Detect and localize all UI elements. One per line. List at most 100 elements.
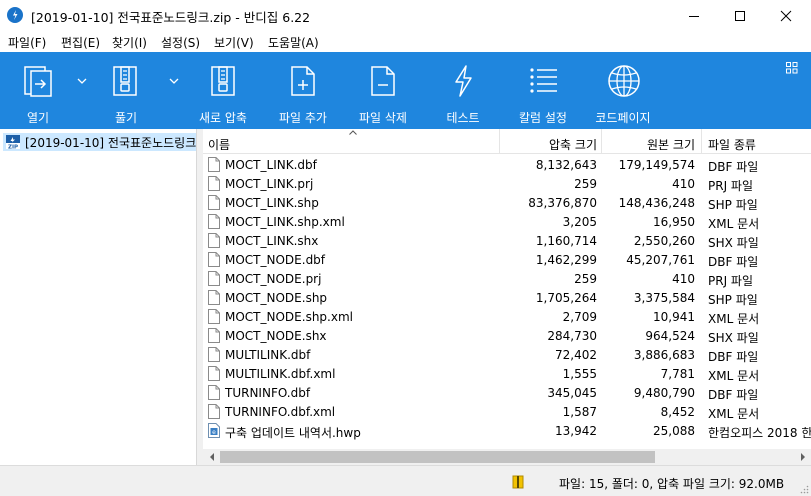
file-original-size: 410 bbox=[672, 177, 695, 191]
column-settings-button[interactable]: 칼럼 설정 bbox=[510, 52, 576, 129]
resize-grip-icon[interactable] bbox=[799, 484, 809, 494]
horizontal-scrollbar[interactable] bbox=[203, 449, 811, 465]
delete-file-button[interactable]: 파일 삭제 bbox=[350, 52, 416, 129]
file-original-size: 25,088 bbox=[653, 424, 695, 438]
file-row[interactable]: MOCT_LINK.prj 259 410 PRJ 파일 bbox=[203, 175, 811, 194]
file-original-size: 2,550,260 bbox=[633, 234, 695, 248]
file-original-size: 10,941 bbox=[653, 310, 695, 324]
file-row[interactable]: MOCT_LINK.shx 1,160,714 2,550,260 SHX 파일 bbox=[203, 232, 811, 251]
toolbar: 열기 풀기 새로 압축 파일 추가 파일 삭제 테스트 칼럼 설정 코드페이지 bbox=[0, 52, 811, 129]
grid-view-icon[interactable] bbox=[786, 62, 798, 74]
tree-item-label: [2019-01-10] 전국표준노드링크 bbox=[25, 135, 196, 150]
file-name: MOCT_NODE.prj bbox=[225, 272, 322, 286]
file-icon bbox=[208, 176, 220, 191]
file-original-size: 3,375,584 bbox=[633, 291, 695, 305]
arrow-left-icon bbox=[209, 453, 214, 461]
file-compressed-size: 83,376,870 bbox=[528, 196, 597, 210]
column-header-name[interactable]: 이름 bbox=[208, 136, 230, 153]
file-row[interactable]: MOCT_LINK.dbf 8,132,643 179,149,574 DBF 파일 bbox=[203, 156, 811, 175]
folder-tree: ZIP [2019-01-10] 전국표준노드링크 bbox=[0, 129, 197, 465]
column-divider bbox=[701, 129, 702, 154]
new-archive-icon bbox=[211, 66, 235, 96]
file-icon bbox=[208, 290, 220, 305]
tree-item-archive[interactable]: ZIP [2019-01-10] 전국표준노드링크 bbox=[3, 133, 196, 151]
file-name: MOCT_LINK.shx bbox=[225, 234, 319, 248]
file-type: 한컴오피스 2018 한 bbox=[708, 426, 811, 440]
column-header-type[interactable]: 파일 종류 bbox=[708, 136, 756, 153]
file-original-size: 179,149,574 bbox=[618, 158, 695, 172]
column-header-compressed[interactable]: 압축 크기 bbox=[549, 136, 597, 153]
add-file-icon bbox=[291, 66, 315, 96]
file-type: DBF 파일 bbox=[708, 255, 759, 269]
file-icon bbox=[208, 309, 220, 324]
menu-settings[interactable]: 설정(S) bbox=[161, 34, 200, 51]
file-original-size: 7,781 bbox=[660, 367, 695, 381]
open-label: 열기 bbox=[26, 111, 50, 125]
test-button[interactable]: 테스트 bbox=[430, 52, 496, 129]
status-summary: 파일: 15, 폴더: 0, 압축 파일 크기: 92.0MB bbox=[559, 477, 785, 491]
file-original-size: 45,207,761 bbox=[626, 253, 695, 267]
open-button[interactable]: 열기 bbox=[6, 52, 70, 129]
extract-button[interactable]: 풀기 bbox=[74, 52, 138, 129]
maximize-button[interactable] bbox=[717, 0, 763, 31]
svg-text:e: e bbox=[212, 429, 216, 436]
file-icon bbox=[208, 157, 220, 172]
file-compressed-size: 1,705,264 bbox=[535, 291, 597, 305]
menu-help[interactable]: 도움말(A) bbox=[268, 34, 319, 51]
file-row[interactable]: MOCT_NODE.shx 284,730 964,524 SHX 파일 bbox=[203, 327, 811, 346]
codepage-label: 코드페이지 bbox=[595, 111, 651, 125]
file-row[interactable]: TURNINFO.dbf 345,045 9,480,790 DBF 파일 bbox=[203, 384, 811, 403]
file-original-size: 8,452 bbox=[660, 405, 695, 419]
file-row[interactable]: MOCT_LINK.shp.xml 3,205 16,950 XML 문서 bbox=[203, 213, 811, 232]
add-file-button[interactable]: 파일 추가 bbox=[270, 52, 336, 129]
column-header-original[interactable]: 원본 크기 bbox=[647, 136, 695, 153]
extract-dropdown-icon[interactable] bbox=[169, 76, 179, 86]
file-compressed-size: 1,587 bbox=[562, 405, 597, 419]
file-name: MOCT_NODE.shx bbox=[225, 329, 327, 343]
file-row[interactable]: MOCT_LINK.shp 83,376,870 148,436,248 SHP 파일 bbox=[203, 194, 811, 213]
file-compressed-size: 1,160,714 bbox=[535, 234, 597, 248]
file-row[interactable]: MOCT_NODE.prj 259 410 PRJ 파일 bbox=[203, 270, 811, 289]
file-icon bbox=[208, 404, 220, 419]
file-row[interactable]: MOCT_NODE.dbf 1,462,299 45,207,761 DBF 파일 bbox=[203, 251, 811, 270]
file-original-size: 16,950 bbox=[653, 215, 695, 229]
lightning-icon bbox=[455, 65, 472, 97]
file-row[interactable]: MULTILINK.dbf 72,402 3,886,683 DBF 파일 bbox=[203, 346, 811, 365]
file-compressed-size: 1,555 bbox=[562, 367, 597, 381]
minimize-button[interactable] bbox=[671, 0, 717, 31]
file-compressed-size: 13,942 bbox=[555, 424, 597, 438]
status-bar: 파일: 15, 폴더: 0, 압축 파일 크기: 92.0MB bbox=[0, 465, 811, 496]
file-name: MOCT_NODE.shp bbox=[225, 291, 328, 305]
file-type: XML 문서 bbox=[708, 369, 760, 383]
menu-edit[interactable]: 편집(E) bbox=[61, 34, 100, 51]
codepage-button[interactable]: 코드페이지 bbox=[590, 52, 656, 129]
file-type: SHP 파일 bbox=[708, 293, 758, 307]
file-row[interactable]: MULTILINK.dbf.xml 1,555 7,781 XML 문서 bbox=[203, 365, 811, 384]
file-original-size: 3,886,683 bbox=[633, 348, 695, 362]
file-type: SHP 파일 bbox=[708, 198, 758, 212]
file-compressed-size: 8,132,643 bbox=[535, 158, 597, 172]
file-icon bbox=[208, 347, 220, 362]
scrollbar-thumb[interactable] bbox=[220, 451, 655, 463]
menu-find[interactable]: 찾기(I) bbox=[112, 34, 147, 51]
file-name: MOCT_LINK.prj bbox=[225, 177, 314, 191]
delete-file-label: 파일 삭제 bbox=[359, 111, 407, 125]
menu-file[interactable]: 파일(F) bbox=[8, 34, 46, 51]
add-file-label: 파일 추가 bbox=[279, 111, 327, 125]
file-row[interactable]: e 구축 업데이트 내역서.hwp 13,942 25,088 한컴오피스 2018 한 bbox=[203, 422, 811, 441]
bandizip-app-icon[interactable] bbox=[7, 7, 23, 23]
file-row[interactable]: MOCT_NODE.shp 1,705,264 3,375,584 SHP 파일 bbox=[203, 289, 811, 308]
file-compressed-size: 72,402 bbox=[555, 348, 597, 362]
new-archive-button[interactable]: 새로 압축 bbox=[190, 52, 256, 129]
scroll-left-button[interactable] bbox=[203, 449, 220, 465]
menu-view[interactable]: 보기(V) bbox=[214, 34, 254, 51]
sort-ascending-icon bbox=[349, 130, 357, 135]
close-button[interactable] bbox=[763, 0, 809, 31]
file-row[interactable]: TURNINFO.dbf.xml 1,587 8,452 XML 문서 bbox=[203, 403, 811, 422]
file-icon bbox=[208, 195, 220, 210]
list-icon bbox=[530, 68, 557, 93]
scroll-right-button[interactable] bbox=[794, 449, 811, 465]
archive-status-icon bbox=[512, 475, 524, 489]
file-row[interactable]: MOCT_NODE.shp.xml 2,709 10,941 XML 문서 bbox=[203, 308, 811, 327]
delete-file-icon bbox=[371, 66, 395, 96]
